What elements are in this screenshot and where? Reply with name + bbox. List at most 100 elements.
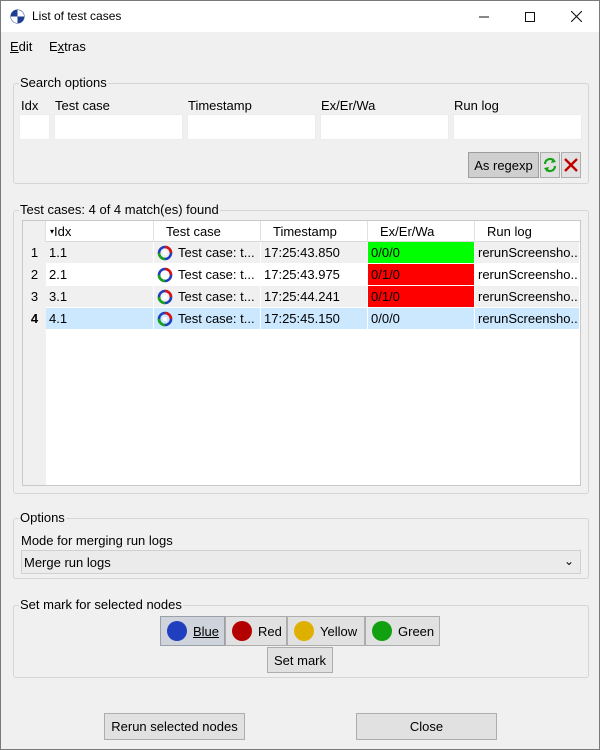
cell-test-case-text: Test case: t... (178, 311, 255, 326)
exerwa-search-input[interactable] (320, 114, 449, 140)
exerwa-label: Ex/Er/Wa (321, 98, 376, 113)
clear-search-button[interactable] (561, 152, 581, 178)
test-case-label: Test case (55, 98, 110, 113)
mark-red-label: Red (258, 623, 282, 639)
timestamp-search-input[interactable] (187, 114, 316, 140)
cell-run-log-text: rerunScreensho... (478, 311, 579, 326)
refresh-button[interactable] (540, 152, 560, 178)
cell-idx-text: 1.1 (49, 245, 68, 260)
clear-icon (564, 158, 578, 172)
cell-test-case: Test case: t... (154, 286, 260, 308)
mark-blue-button[interactable]: Blue (160, 616, 225, 646)
close-button[interactable]: Close (356, 713, 497, 740)
column-header-run-log[interactable]: Run log (475, 221, 580, 242)
menu-edit-mnemonic: E (10, 39, 19, 54)
merge-mode-select[interactable]: Merge run logs ⌄ (21, 550, 581, 574)
cell-idx-text: 2.1 (49, 267, 68, 282)
merge-mode-label: Mode for merging run logs (21, 533, 173, 548)
mark-yellow-button[interactable]: Yellow (287, 616, 365, 646)
test-case-search-input[interactable] (54, 114, 183, 140)
set-mark-button[interactable]: Set mark (267, 647, 333, 673)
minimize-icon (479, 16, 489, 17)
cell-idx-text: 4.1 (49, 311, 68, 326)
chevron-down-icon: ⌄ (563, 554, 574, 568)
table-row[interactable]: 1 1.1 Test case: t... 17:25:43.850 0/0/0 reru… (23, 242, 580, 264)
cell-idx: 4.1 (46, 308, 153, 330)
cell-timestamp: 17:25:45.150 (261, 308, 367, 330)
cell-run-log: rerunScreensho... (475, 286, 579, 308)
cell-timestamp-text: 17:25:44.241 (264, 289, 340, 304)
timestamp-label: Timestamp (188, 98, 252, 113)
close-button-label: Close (409, 719, 444, 734)
red-dot-icon (232, 621, 252, 641)
window-title: List of test cases (32, 9, 122, 23)
mark-green-label: Green (398, 623, 435, 639)
cell-idx-text: 3.1 (49, 289, 68, 304)
cell-test-case: Test case: t... (154, 264, 260, 286)
cell-idx: 1.1 (46, 242, 153, 264)
rerun-selected-nodes-button[interactable]: Rerun selected nodes (104, 713, 245, 740)
cell-test-case: Test case: t... (154, 308, 260, 330)
cell-exerwa: 0/0/0 (368, 242, 474, 264)
row-number-header (23, 221, 46, 242)
cell-timestamp-text: 17:25:45.150 (264, 311, 340, 326)
cell-run-log-text: rerunScreensho... (478, 245, 579, 260)
idx-label: Idx (21, 98, 39, 113)
menu-extras[interactable]: Extras (49, 39, 86, 54)
menu-edit[interactable]: Edit (10, 39, 32, 54)
title-bar: List of test cases (1, 1, 599, 32)
merge-mode-value: Merge run logs (24, 555, 111, 570)
mark-blue-label: Blue (193, 623, 220, 639)
app-icon (10, 9, 25, 24)
table-row[interactable]: 3 3.1 Test case: t... 17:25:44.241 0/1/0 reru… (23, 286, 580, 308)
cell-run-log: rerunScreensho... (475, 264, 579, 286)
test-cases-label: Test cases: 4 of 4 match(es) found (19, 202, 220, 217)
idx-search-input[interactable] (19, 114, 50, 140)
mark-green-button[interactable]: Green (365, 616, 440, 646)
search-options-label: Search options (19, 75, 108, 90)
column-header-timestamp[interactable]: Timestamp (261, 221, 368, 242)
column-header-idx[interactable]: ▾Idx (46, 221, 154, 242)
cell-test-case-text: Test case: t... (178, 289, 255, 304)
options-label: Options (19, 510, 66, 525)
column-header-idx-label: Idx (54, 224, 72, 239)
cell-run-log: rerunScreensho... (475, 308, 579, 330)
refresh-icon (543, 157, 557, 173)
as-regexp-toggle[interactable]: As regexp (468, 152, 539, 178)
mark-yellow-label: Yellow (320, 623, 358, 639)
row-number: 3 (30, 289, 39, 304)
blue-dot-icon (167, 621, 187, 641)
set-mark-button-label: Set mark (273, 652, 326, 668)
cell-exerwa-text: 0/0/0 (371, 245, 400, 260)
green-dot-icon (372, 621, 392, 641)
minimize-button[interactable] (461, 1, 507, 32)
cell-run-log-text: rerunScreensho... (478, 267, 579, 282)
row-number: 2 (30, 267, 39, 282)
maximize-icon (525, 11, 535, 22)
cell-exerwa-text: 0/1/0 (371, 267, 400, 282)
table-row[interactable]: 4 4.1 Test case: t... 17:25:45.150 0/0/0 reru… (23, 308, 580, 330)
cell-idx: 3.1 (46, 286, 153, 308)
column-header-test-case[interactable]: Test case (154, 221, 261, 242)
cell-idx: 2.1 (46, 264, 153, 286)
rerun-selected-nodes-label: Rerun selected nodes (111, 719, 238, 734)
table-header: ▾Idx Test case Timestamp Ex/Er/Wa Run lo… (23, 221, 580, 242)
maximize-button[interactable] (507, 1, 553, 32)
as-regexp-label: As regexp (474, 157, 533, 173)
test-cases-table[interactable]: ▾Idx Test case Timestamp Ex/Er/Wa Run lo… (22, 220, 581, 486)
cell-exerwa-text: 0/0/0 (371, 311, 400, 326)
close-icon (570, 11, 582, 22)
cell-exerwa: 0/0/0 (368, 308, 474, 330)
cell-test-case-text: Test case: t... (178, 245, 255, 260)
cell-exerwa: 0/1/0 (368, 286, 474, 308)
cell-exerwa: 0/1/0 (368, 264, 474, 286)
table-row[interactable]: 2 2.1 Test case: t... 17:25:43.975 0/1/0 reru… (23, 264, 580, 286)
cell-timestamp-text: 17:25:43.850 (264, 245, 340, 260)
column-header-exerwa[interactable]: Ex/Er/Wa (368, 221, 475, 242)
menu-extras-rest: tras (64, 39, 86, 54)
yellow-dot-icon (294, 621, 314, 641)
close-window-button[interactable] (553, 1, 599, 32)
menu-bar: Edit Extras (1, 32, 599, 60)
mark-red-button[interactable]: Red (225, 616, 287, 646)
run-log-search-input[interactable] (453, 114, 582, 140)
